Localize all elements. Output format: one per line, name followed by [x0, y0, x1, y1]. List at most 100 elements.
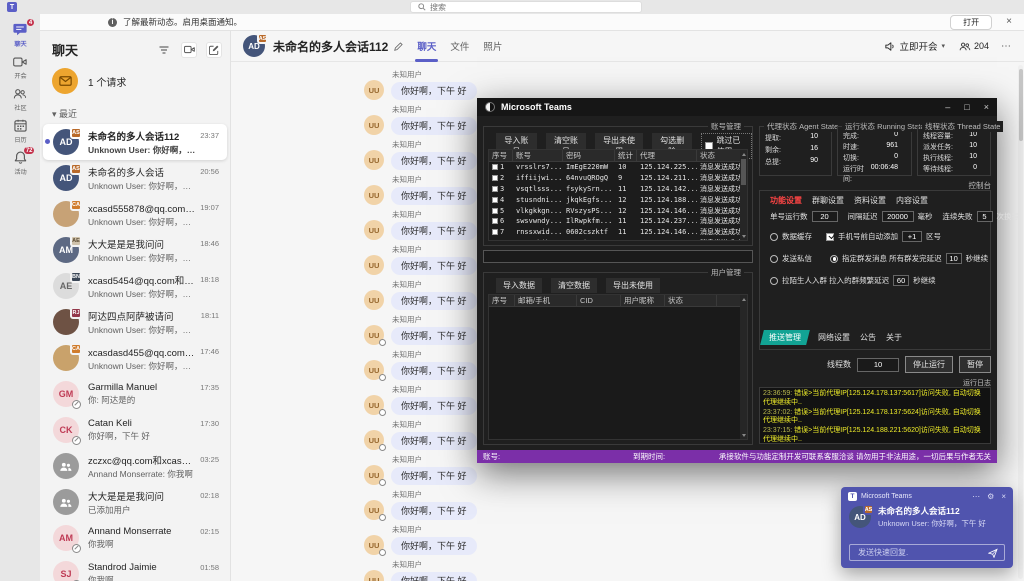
area-code-input[interactable]	[902, 231, 922, 242]
auto-prefix-checkbox[interactable]	[826, 233, 834, 241]
chat-list-item[interactable]: 大大是是是我问问 已添加用户 02:18	[43, 484, 227, 520]
filter-button[interactable]	[156, 42, 172, 58]
banner-close-icon[interactable]: ×	[1006, 17, 1012, 27]
chat-list-item[interactable]: SJ Standrod Jaimie 你我啊 01:58	[43, 556, 227, 581]
setting-tab[interactable]: 群聊设置	[812, 195, 844, 206]
account-table: 序号 账号 密码 统计 代理 状态 1 vrsslrs7... ImEgE220…	[488, 149, 748, 241]
chat-badge: 4	[26, 18, 35, 27]
setting-tab[interactable]: 内容设置	[896, 195, 928, 206]
row-checkbox[interactable]	[492, 208, 498, 214]
rail-item-calendar[interactable]: 日历	[0, 115, 40, 147]
user-action-button[interactable]: 导出未使用	[606, 278, 660, 293]
account-table-row[interactable]: 7 rnssxwid... 0602cszktf 11 125.124.146.…	[489, 227, 740, 238]
account-table-row[interactable]: 1 vrsslrs7... ImEgE220mW 10 125.124.225.…	[489, 162, 740, 173]
bottom-tab[interactable]: 关于	[886, 332, 902, 343]
chat-list-item[interactable]: CA xcasdasd455@qq.com和Fiorilli Janine Un…	[43, 340, 227, 376]
send-icon[interactable]	[988, 548, 998, 558]
log-box[interactable]: 23:36:59: 错误>当前代理IP[125.124.178.137:5617…	[759, 387, 991, 444]
rail-item-meet[interactable]: 开会	[0, 51, 40, 83]
chat-list-item[interactable]: CK Catan Keli 你好啊，下午 好 17:30	[43, 412, 227, 448]
thread-count-input[interactable]	[857, 358, 899, 372]
conversation-tab[interactable]: 文件	[450, 31, 469, 62]
scrollbar[interactable]	[740, 295, 747, 439]
chat-list-item[interactable]: AM Annand Monserrate 你我啊 02:15	[43, 520, 227, 556]
quick-reply-input[interactable]	[856, 547, 984, 558]
scrollbar[interactable]	[740, 150, 747, 240]
conversation-tab[interactable]: 聊天	[417, 31, 436, 62]
rail-item-activity[interactable]: 72 活动	[0, 147, 40, 179]
tool-titlebar[interactable]: Microsoft Teams – □ ×	[477, 98, 997, 116]
chat-list-item[interactable]: zczxc@qq.com和xcasd asdwwq Annand Monserr…	[43, 448, 227, 484]
chat-list-item[interactable]: GM Garmilla Manuel 你: 阿达是的 17:35	[43, 376, 227, 412]
per-account-count-input[interactable]	[812, 211, 838, 222]
message-bubble: 你好啊，下午 好	[391, 82, 477, 100]
bottom-tab[interactable]: 公告	[860, 332, 876, 343]
fail-count-input[interactable]	[977, 211, 993, 222]
group-delay-input[interactable]	[946, 253, 962, 264]
account-table-row[interactable]: 5 vlkgkkgn... RVszysPS... 12 125.124.146…	[489, 205, 740, 216]
invite-stranger-radio[interactable]	[770, 277, 778, 285]
maximize-button[interactable]: □	[964, 103, 969, 112]
private-msg-radio[interactable]	[770, 255, 778, 263]
section-recent[interactable]: ▾ 最近	[40, 99, 230, 124]
interval-delay-input[interactable]	[882, 211, 914, 222]
toast-settings-icon[interactable]: ⚙	[987, 492, 994, 501]
group-msg-radio[interactable]	[830, 255, 838, 263]
scrollbar[interactable]	[1018, 65, 1023, 579]
chat-list-item[interactable]: AD AS 未命名的多人会话 Unknown User: 你好啊，下午 好 20…	[43, 160, 227, 196]
quick-reply-box[interactable]	[849, 544, 1005, 561]
user-action-button[interactable]: 导入数据	[496, 278, 542, 293]
edit-title-button[interactable]	[394, 42, 403, 51]
content-input[interactable]	[483, 250, 753, 263]
row-checkbox[interactable]	[492, 197, 498, 203]
chat-list-item[interactable]: AM AE 大大是是是我问问 Unknown User: 你好啊，下午 好 18…	[43, 232, 227, 268]
chat-list-item[interactable]: AE BN xcasd5454@qq.com和Janowski Matilde …	[43, 268, 227, 304]
search-input[interactable]: 搜索	[410, 1, 642, 13]
account-table-row[interactable]: 2 iffiijwi... 64nvuQROgQ 9 125.124.211..…	[489, 173, 740, 184]
presence-status-icon	[379, 514, 386, 521]
row-checkbox[interactable]	[492, 175, 498, 181]
minimize-button[interactable]: –	[945, 103, 950, 112]
scrollbar-thumb[interactable]	[741, 159, 746, 185]
toast-close-button[interactable]: ×	[1001, 492, 1006, 501]
bottom-tab[interactable]: 网络设置	[818, 332, 850, 343]
new-meeting-button[interactable]	[181, 42, 197, 58]
rail-item-community[interactable]: 社区	[0, 83, 40, 115]
member-count-button[interactable]: 204	[959, 41, 989, 51]
account-table-row[interactable]: 6 swsvwndy... IlRwpkfm... 11 125.124.237…	[489, 216, 740, 227]
more-options-button[interactable]: ⋯	[1001, 41, 1012, 52]
invite-delay-input[interactable]	[893, 275, 909, 286]
meet-now-button[interactable]: 立即开会 ▾	[884, 39, 945, 53]
setting-tab[interactable]: 功能设置	[770, 195, 802, 206]
chat-list-title: 聊天	[52, 40, 156, 59]
chat-list-item[interactable]: AD AS 未命名的多人会话112 Unknown User: 你好啊，下午 好…	[43, 124, 227, 160]
rail-item-chat[interactable]: 4 聊天	[0, 19, 40, 51]
new-chat-button[interactable]	[206, 42, 222, 58]
row-checkbox[interactable]	[492, 218, 498, 224]
user-action-button[interactable]: 清空数据	[551, 278, 597, 293]
chat-list-item[interactable]: CA xcasd555878@qq.com和xcas1dasdas1... Un…	[43, 196, 227, 232]
chat-list-item[interactable]: RJ 阿达四点阿萨被请问 Unknown User: 你好啊，下午 好 18:1…	[43, 304, 227, 340]
data-cache-radio[interactable]	[770, 233, 778, 241]
row-checkbox[interactable]	[492, 229, 498, 235]
notification-toast[interactable]: T Microsoft Teams ⋯ ⚙ × AD AS 未命名的多人会话11…	[841, 487, 1013, 568]
chat-item-title: xcasdasd455@qq.com和Fiorilli Janine	[88, 345, 196, 359]
account-table-row[interactable]: 4 stusndni... jkqkEgfs... 12 125.124.188…	[489, 194, 740, 205]
close-button[interactable]: ×	[984, 103, 989, 112]
scrollbar-thumb[interactable]	[1019, 69, 1023, 141]
setting-tab[interactable]: 资料设置	[854, 195, 886, 206]
meet-icon	[884, 41, 895, 52]
toast-more-button[interactable]: ⋯	[972, 492, 980, 501]
conversation-tab[interactable]: 照片	[483, 31, 502, 62]
chat-requests-row[interactable]: 1 个请求	[40, 63, 230, 99]
account-table-row[interactable]: 8 tgrsvhik... gzRRiVW7PS 11 125.124.120.…	[489, 238, 740, 241]
account-table-row[interactable]: 3 vsqtlsss... fsykySrn... 11 125.124.142…	[489, 184, 740, 195]
stop-button[interactable]: 停止运行	[905, 356, 953, 373]
toast-preview: Unknown User: 你好啊，下午 好	[878, 518, 986, 529]
row-checkbox[interactable]	[492, 164, 498, 170]
row-checkbox[interactable]	[492, 186, 498, 192]
row-checkbox[interactable]	[492, 240, 498, 241]
banner-open-button[interactable]: 打开	[950, 15, 992, 30]
pause-button[interactable]: 暂停	[959, 356, 991, 373]
push-manage-tab[interactable]: 推送管理	[760, 330, 810, 345]
